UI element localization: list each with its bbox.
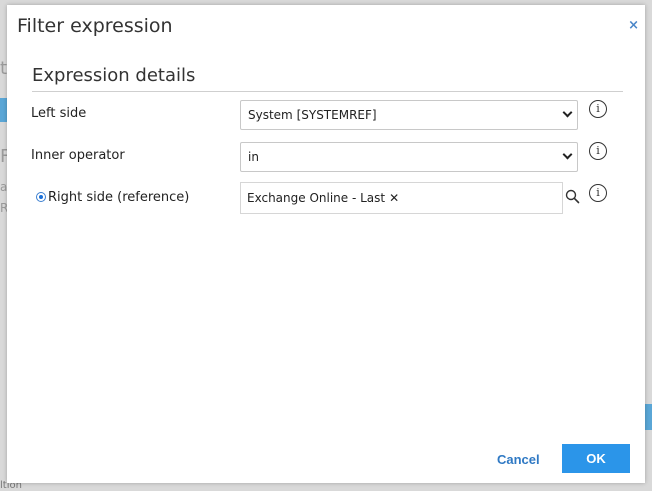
left-side-value: System [SYSTEMREF] [248,108,377,122]
left-side-select[interactable]: System [SYSTEMREF] [240,100,578,130]
right-side-label: Right side (reference) [48,190,190,205]
reference-tag: Exchange Online - Last ✕ [247,191,399,205]
background-highlight [645,404,652,430]
background-highlight [0,98,7,122]
chevron-down-icon [562,149,573,160]
left-side-label: Left side [31,106,87,121]
ok-button[interactable]: OK [562,444,630,473]
section-title: Expression details [32,65,196,86]
info-icon[interactable]: i [589,184,607,202]
chevron-down-icon [562,107,573,118]
section-divider [32,91,623,92]
close-icon[interactable]: × [628,19,639,32]
right-side-radio[interactable] [36,192,46,202]
background-text: t [0,58,8,79]
cancel-button[interactable]: Cancel [497,452,540,467]
info-icon[interactable]: i [589,142,607,160]
reference-tag-label: Exchange Online - Last [247,191,386,205]
info-icon[interactable]: i [589,100,607,118]
inner-operator-label: Inner operator [31,148,125,163]
inner-operator-select[interactable]: in [240,142,578,172]
filter-expression-dialog: Filter expression × Expression details L… [7,5,645,483]
right-side-reference-field[interactable]: Exchange Online - Last ✕ [240,182,563,214]
remove-tag-icon[interactable]: ✕ [389,191,399,205]
dialog-title: Filter expression [17,15,173,37]
inner-operator-value: in [248,150,259,164]
search-icon[interactable] [565,189,580,204]
